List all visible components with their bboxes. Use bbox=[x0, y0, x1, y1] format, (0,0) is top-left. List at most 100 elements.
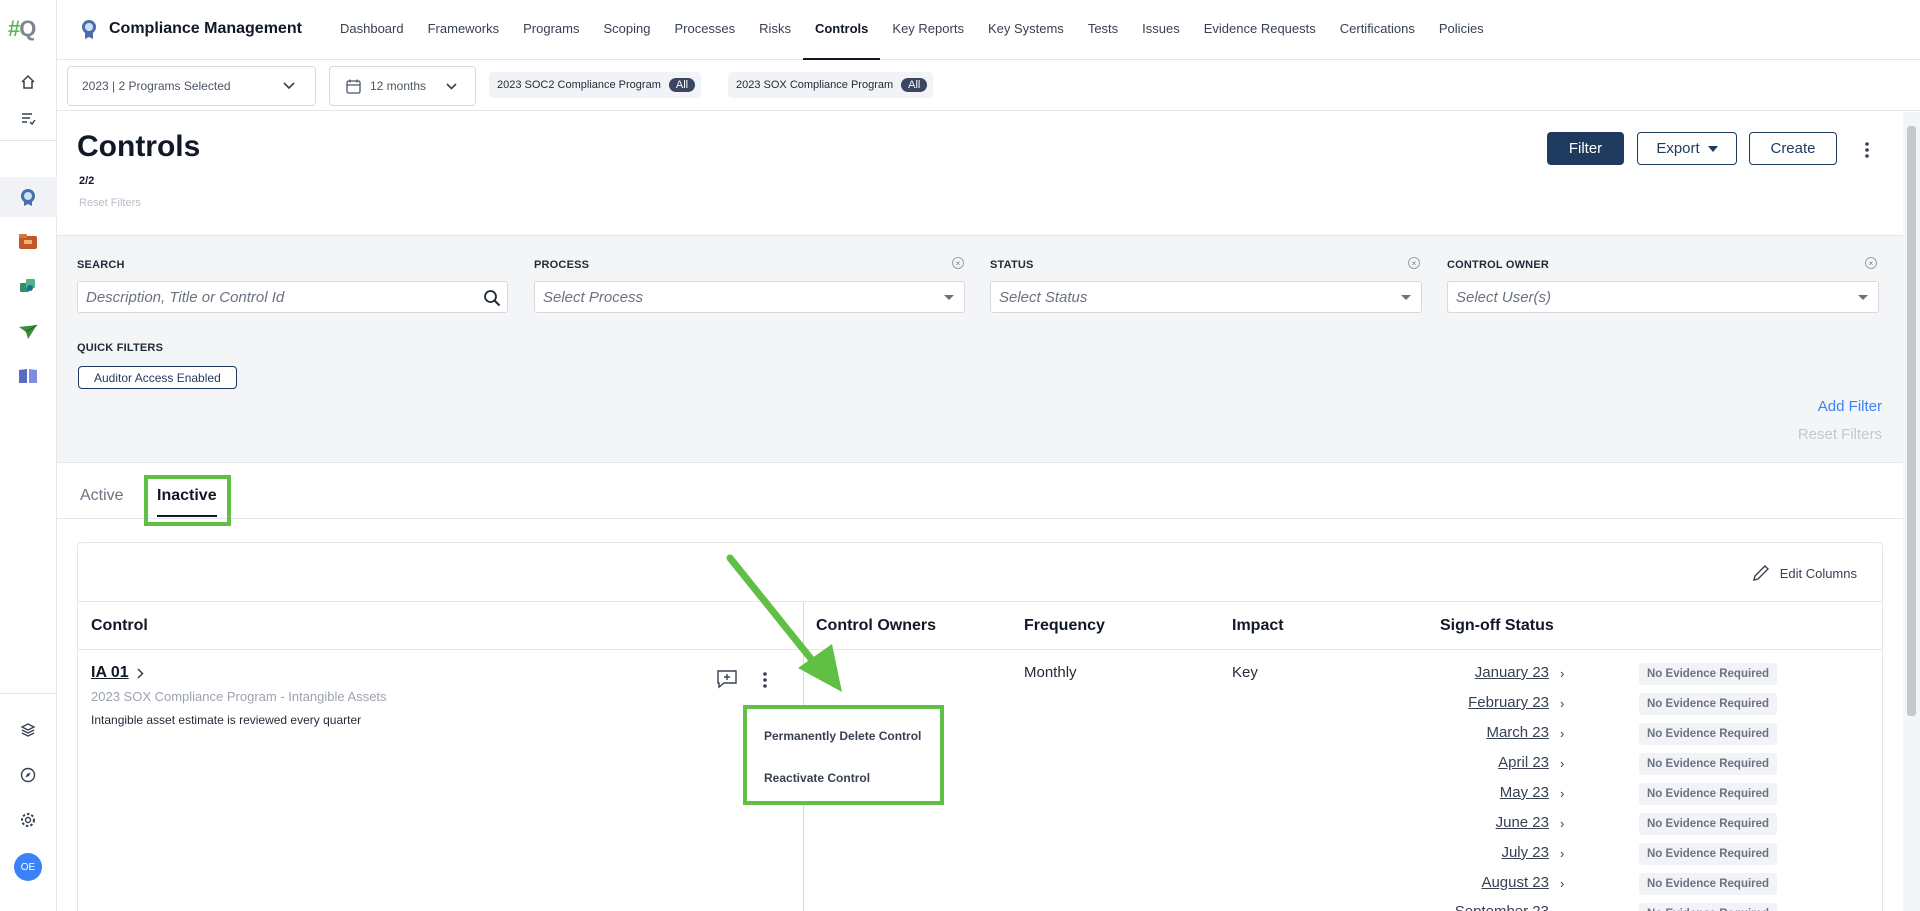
signoff-month-link[interactable]: September 23 bbox=[1399, 903, 1549, 911]
chevron-right-icon[interactable]: › bbox=[1560, 876, 1564, 891]
signoff-month-link[interactable]: June 23 bbox=[1399, 814, 1549, 831]
signoff-month-link[interactable]: April 23 bbox=[1399, 754, 1549, 771]
signoff-month-link[interactable]: May 23 bbox=[1399, 784, 1549, 801]
program-chip-sox[interactable]: 2023 SOX Compliance Program All bbox=[728, 72, 934, 98]
compass-icon[interactable] bbox=[14, 761, 42, 789]
signoff-status-badge: No Evidence Required bbox=[1639, 813, 1778, 835]
signoff-month-link[interactable]: January 23 bbox=[1399, 664, 1549, 681]
folder-icon[interactable] bbox=[14, 228, 42, 256]
badge-icon[interactable] bbox=[14, 183, 42, 211]
nav-policies[interactable]: Policies bbox=[1427, 0, 1496, 60]
chevron-right-icon[interactable]: › bbox=[1560, 666, 1564, 681]
signoff-status-badge: No Evidence Required bbox=[1639, 783, 1778, 805]
control-description: Intangible asset estimate is reviewed ev… bbox=[91, 713, 362, 727]
controls-table: Edit Columns Control Control Owners Freq… bbox=[77, 542, 1883, 911]
program-select[interactable]: 2023 | 2 Programs Selected bbox=[67, 66, 316, 106]
tab-active[interactable]: Active bbox=[80, 487, 124, 505]
column-frequency[interactable]: Frequency bbox=[1024, 617, 1105, 635]
program-chip-soc2[interactable]: 2023 SOC2 Compliance Program All bbox=[489, 72, 702, 98]
nav-frameworks[interactable]: Frameworks bbox=[416, 0, 512, 60]
process-placeholder: Select Process bbox=[543, 288, 644, 306]
nav-evidence-requests[interactable]: Evidence Requests bbox=[1192, 0, 1328, 60]
result-count: 2/2 bbox=[79, 175, 95, 187]
period-select[interactable]: 12 months bbox=[329, 66, 476, 106]
chevron-right-icon[interactable]: › bbox=[1560, 816, 1564, 831]
nav-key-systems[interactable]: Key Systems bbox=[976, 0, 1076, 60]
table-toolbar: Edit Columns bbox=[78, 543, 1882, 602]
column-control[interactable]: Control bbox=[91, 617, 148, 635]
signoff-status-badge: No Evidence Required bbox=[1639, 843, 1778, 865]
control-frequency: Monthly bbox=[1024, 664, 1077, 681]
brand[interactable]: Compliance Management bbox=[79, 18, 302, 40]
cube-icon[interactable] bbox=[14, 716, 42, 744]
menu-item-reactivate[interactable]: Reactivate Control bbox=[764, 771, 870, 785]
nav-tests[interactable]: Tests bbox=[1076, 0, 1130, 60]
left-rail: #Q OE bbox=[0, 0, 57, 911]
column-impact[interactable]: Impact bbox=[1232, 617, 1284, 635]
task-list-icon[interactable] bbox=[14, 104, 42, 132]
chevron-right-icon[interactable]: › bbox=[1560, 696, 1564, 711]
page-title: Controls bbox=[77, 130, 201, 163]
app-logo[interactable]: #Q bbox=[8, 16, 36, 42]
nav-key-reports[interactable]: Key Reports bbox=[880, 0, 976, 60]
sync-icon[interactable] bbox=[14, 272, 42, 300]
add-filter-link[interactable]: Add Filter bbox=[1818, 398, 1882, 415]
chip-badge: All bbox=[668, 78, 696, 92]
page-scrollbar[interactable] bbox=[1903, 112, 1920, 911]
chevron-right-icon[interactable]: › bbox=[1560, 756, 1564, 771]
signoff-month-link[interactable]: August 23 bbox=[1399, 874, 1549, 891]
status-select[interactable]: Select Status bbox=[990, 281, 1422, 313]
signoff-month-link[interactable]: July 23 bbox=[1399, 844, 1549, 861]
nav-programs[interactable]: Programs bbox=[511, 0, 591, 60]
caret-down-icon bbox=[1401, 295, 1411, 300]
reset-filters-link[interactable]: Reset Filters bbox=[79, 197, 141, 209]
export-button[interactable]: Export bbox=[1637, 132, 1737, 165]
nav-dashboard[interactable]: Dashboard bbox=[328, 0, 416, 60]
send-icon[interactable] bbox=[14, 318, 42, 346]
chevron-down-icon bbox=[446, 83, 457, 90]
signoff-month-link[interactable]: February 23 bbox=[1399, 694, 1549, 711]
nav-processes[interactable]: Processes bbox=[662, 0, 747, 60]
clear-status-icon[interactable]: × bbox=[1408, 257, 1420, 269]
book-icon[interactable] bbox=[14, 362, 42, 390]
highlight-inactive-tab bbox=[144, 475, 231, 526]
signoff-status-badge: No Evidence Required bbox=[1639, 753, 1778, 775]
signoff-month-link[interactable]: March 23 bbox=[1399, 724, 1549, 741]
search-icon[interactable] bbox=[483, 289, 501, 307]
scrollbar-thumb[interactable] bbox=[1907, 126, 1916, 716]
control-owner-select[interactable]: Select User(s) bbox=[1447, 281, 1879, 313]
reset-filters-link[interactable]: Reset Filters bbox=[1798, 426, 1882, 443]
more-options-icon[interactable] bbox=[1864, 141, 1870, 159]
chip-label: 2023 SOC2 Compliance Program bbox=[497, 79, 661, 91]
search-placeholder: Description, Title or Control Id bbox=[86, 288, 285, 306]
brand-badge-icon bbox=[82, 20, 96, 39]
gear-icon[interactable] bbox=[14, 806, 42, 834]
chevron-down-icon bbox=[283, 82, 295, 90]
chevron-right-icon bbox=[137, 667, 144, 679]
edit-columns-button[interactable]: Edit Columns bbox=[1752, 564, 1857, 582]
program-select-value: 2023 | 2 Programs Selected bbox=[82, 79, 231, 93]
quick-filter-auditor-access[interactable]: Auditor Access Enabled bbox=[78, 366, 237, 389]
filter-button[interactable]: Filter bbox=[1547, 132, 1624, 165]
nav-controls[interactable]: Controls bbox=[802, 0, 881, 60]
nav-scoping[interactable]: Scoping bbox=[591, 0, 662, 60]
clear-owner-icon[interactable]: × bbox=[1865, 257, 1877, 269]
nav-risks[interactable]: Risks bbox=[747, 0, 803, 60]
menu-item-permanently-delete[interactable]: Permanently Delete Control bbox=[764, 729, 921, 743]
clear-process-icon[interactable]: × bbox=[952, 257, 964, 269]
pencil-icon bbox=[1752, 565, 1769, 581]
chevron-right-icon[interactable]: › bbox=[1560, 726, 1564, 741]
search-input[interactable]: Description, Title or Control Id bbox=[77, 281, 508, 313]
home-icon[interactable] bbox=[14, 68, 42, 96]
column-signoff-status[interactable]: Sign-off Status bbox=[1440, 617, 1554, 635]
process-select[interactable]: Select Process bbox=[534, 281, 965, 313]
nav-certifications[interactable]: Certifications bbox=[1328, 0, 1427, 60]
create-button[interactable]: Create bbox=[1749, 132, 1837, 165]
top-nav: Compliance Management Dashboard Framewor… bbox=[57, 0, 1920, 60]
nav-issues[interactable]: Issues bbox=[1130, 0, 1192, 60]
control-id-link[interactable]: IA 01 bbox=[91, 664, 144, 682]
chevron-right-icon[interactable]: › bbox=[1560, 786, 1564, 801]
avatar[interactable]: OE bbox=[14, 853, 42, 881]
chevron-right-icon[interactable]: › bbox=[1560, 846, 1564, 861]
annotation-arrow-icon bbox=[726, 554, 842, 692]
